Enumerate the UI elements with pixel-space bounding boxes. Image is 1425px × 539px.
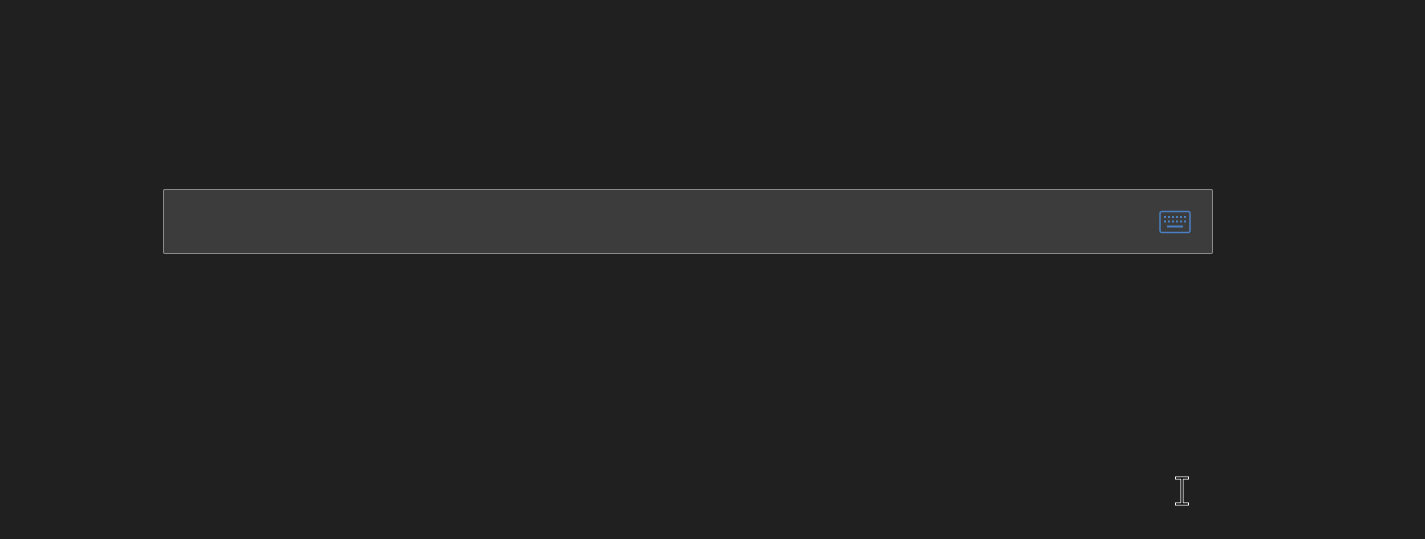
window-background bbox=[0, 0, 1425, 539]
text-input[interactable] bbox=[164, 190, 1134, 253]
input-container[interactable] bbox=[163, 189, 1213, 254]
text-cursor-icon bbox=[1175, 476, 1189, 506]
keyboard-icon bbox=[1159, 210, 1191, 234]
keyboard-button[interactable] bbox=[1158, 209, 1192, 235]
